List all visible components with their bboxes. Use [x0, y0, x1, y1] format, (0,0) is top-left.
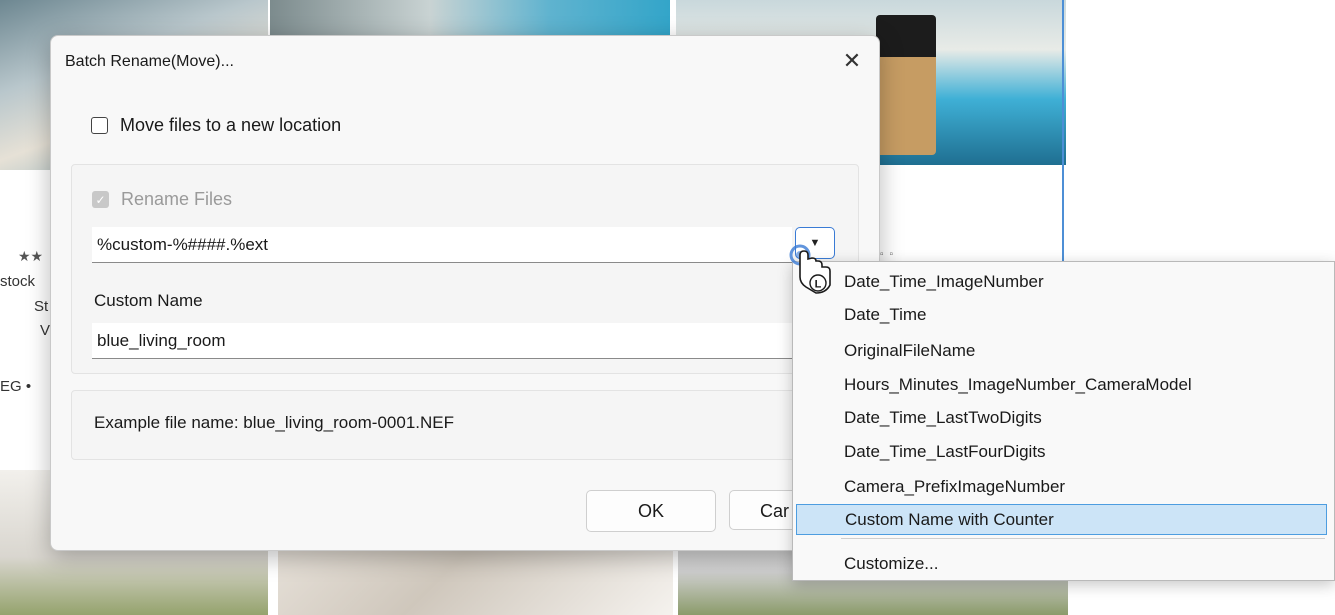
left-click-cursor-icon: L — [789, 244, 831, 294]
selection-border — [1062, 0, 1064, 290]
rename-files-option[interactable]: ✓ Rename Files — [92, 189, 232, 210]
ok-button[interactable]: OK — [586, 490, 716, 532]
batch-rename-dialog: Batch Rename(Move)... ✕ Move files to a … — [50, 35, 880, 551]
custom-name-label: Custom Name — [94, 291, 203, 310]
rename-files-checkbox[interactable]: ✓ — [92, 191, 109, 208]
example-file-name: Example file name: blue_living_room-0001… — [94, 413, 455, 432]
rename-group: ✓ Rename Files %custom-%####.%ext Custom… — [71, 164, 859, 374]
move-files-option[interactable]: Move files to a new location — [91, 115, 341, 136]
menu-item-camera-prefiximagenumber[interactable]: Camera_PrefixImageNumber — [796, 471, 1327, 502]
rating-stars: ★★ — [18, 248, 44, 264]
menu-item-originalfilename[interactable]: OriginalFileName — [796, 335, 1327, 366]
pattern-input[interactable]: %custom-%####.%ext — [92, 227, 792, 263]
meta-line-2: St — [34, 298, 49, 315]
menu-separator — [841, 538, 1325, 539]
move-files-checkbox[interactable] — [91, 117, 108, 134]
menu-item-date-time-lastfourdigits[interactable]: Date_Time_LastFourDigits — [796, 436, 1327, 467]
menu-item-hours-minutes-imagenumber-cameramodel[interactable]: Hours_Minutes_ImageNumber_CameraModel — [796, 369, 1327, 400]
custom-name-input[interactable]: blue_living_room — [92, 323, 792, 359]
thumbnail-dots: ▫▫ — [880, 249, 900, 260]
menu-item-date-time-lasttwodigits[interactable]: Date_Time_LastTwoDigits — [796, 402, 1327, 433]
meta-line-1: stock — [0, 273, 36, 290]
meta-line-3: V — [40, 322, 51, 339]
menu-item-custom-name-with-counter[interactable]: Custom Name with Counter — [796, 504, 1327, 535]
cursor-button-label: L — [815, 279, 822, 291]
menu-item-date-time-imagenumber[interactable]: Date_Time_ImageNumber — [796, 266, 1327, 297]
dialog-title: Batch Rename(Move)... — [65, 53, 234, 70]
example-panel: Example file name: blue_living_room-0001… — [71, 390, 859, 460]
stool-shape — [876, 15, 936, 155]
thumbnail-living-room-2[interactable] — [270, 0, 670, 40]
rename-files-label: Rename Files — [121, 189, 233, 209]
menu-item-date-time[interactable]: Date_Time — [796, 299, 1327, 330]
close-icon[interactable]: ✕ — [837, 46, 867, 76]
pattern-dropdown-menu: Date_Time_ImageNumber Date_Time Original… — [792, 261, 1335, 581]
move-files-label: Move files to a new location — [120, 115, 342, 135]
meta-line-4: EG • — [0, 378, 32, 395]
menu-item-customize[interactable]: Customize... — [796, 548, 1327, 579]
